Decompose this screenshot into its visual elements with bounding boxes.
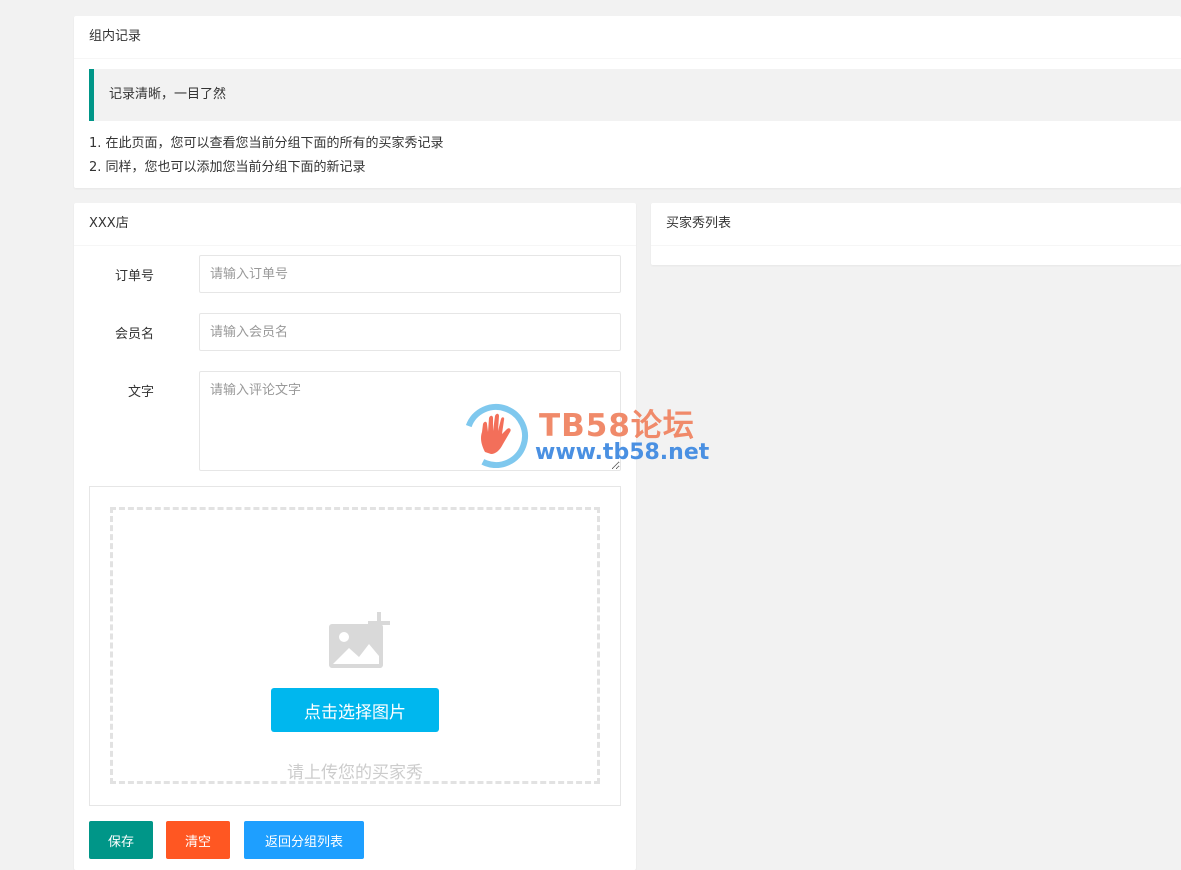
shop-form-card: XXX店 订单号 会员名 文字 点击选择图片 请上传您的买家秀 保存 清空 返回… xyxy=(74,203,636,870)
shop-card-title: XXX店 xyxy=(74,203,636,246)
save-button[interactable]: 保存 xyxy=(89,821,153,859)
watermark-title: TB58论坛 xyxy=(539,408,695,444)
text-label: 文字 xyxy=(127,385,154,400)
order-input[interactable] xyxy=(199,255,621,293)
upload-dropzone[interactable]: 点击选择图片 请上传您的买家秀 xyxy=(110,507,600,784)
buyer-show-list-card: 买家秀列表 xyxy=(651,203,1181,265)
upload-hint: 请上传您的买家秀 xyxy=(287,763,423,783)
order-row: 订单号 xyxy=(74,255,636,293)
image-add-icon xyxy=(329,612,390,668)
list-card-title: 买家秀列表 xyxy=(651,203,1181,246)
records-note-1: 1. 在此页面，您可以查看您当前分组下面的所有的买家秀记录 xyxy=(89,136,444,151)
records-quote: 记录清晰，一目了然 xyxy=(89,69,1181,121)
clear-button[interactable]: 清空 xyxy=(166,821,230,859)
choose-image-button[interactable]: 点击选择图片 xyxy=(271,688,439,732)
order-label: 订单号 xyxy=(114,269,154,284)
member-row: 会员名 xyxy=(74,313,636,351)
back-to-groups-button[interactable]: 返回分组列表 xyxy=(244,821,364,859)
records-note-2: 2. 同样，您也可以添加您当前分组下面的新记录 xyxy=(89,160,366,175)
records-card: 组内记录 记录清晰，一目了然 1. 在此页面，您可以查看您当前分组下面的所有的买… xyxy=(74,16,1181,188)
member-label: 会员名 xyxy=(114,327,154,342)
records-card-title: 组内记录 xyxy=(74,16,1181,59)
tb58-logo-icon xyxy=(463,404,528,468)
upload-area: 点击选择图片 请上传您的买家秀 xyxy=(89,486,621,806)
watermark: TB58论坛 www.tb58.net xyxy=(463,400,723,472)
watermark-url: www.tb58.net xyxy=(535,440,710,465)
member-input[interactable] xyxy=(199,313,621,351)
records-notes: 1. 在此页面，您可以查看您当前分组下面的所有的买家秀记录 2. 同样，您也可以… xyxy=(74,121,1181,180)
